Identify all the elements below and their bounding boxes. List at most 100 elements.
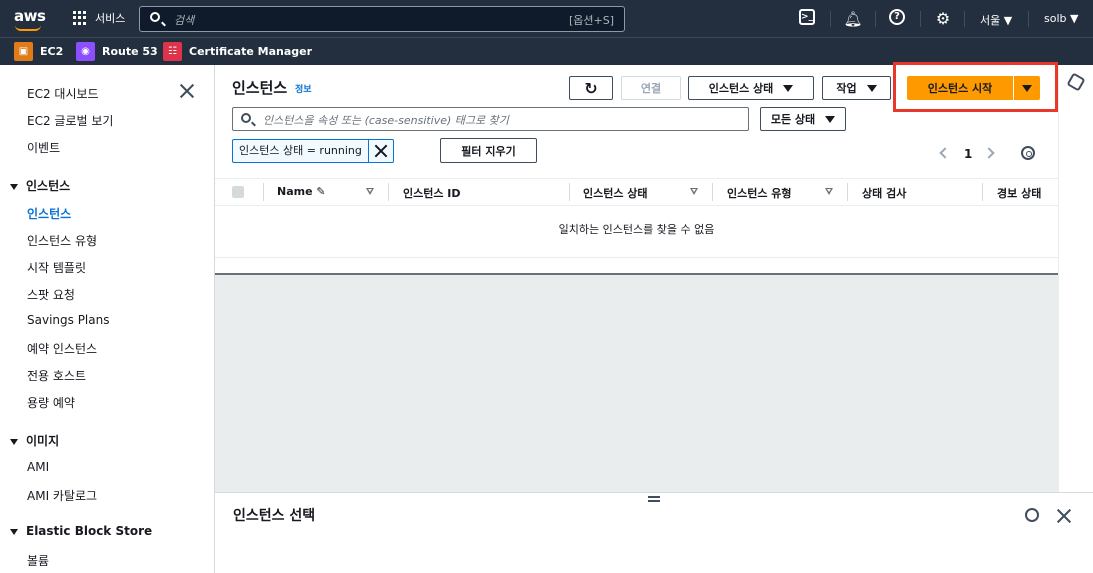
current-page-number[interactable]: 1 [964, 147, 972, 161]
connect-label: 연결 [640, 82, 662, 95]
sidebar-item-volumes[interactable]: 볼륨 [27, 552, 49, 569]
sidebar-section-images[interactable]: 이미지 [10, 432, 59, 449]
sidebar-item-ami[interactable]: AMI [27, 460, 49, 474]
sidebar-item-ec2-global-view[interactable]: EC2 글로벌 보기 [27, 112, 113, 129]
aws-logo[interactable]: aws [14, 7, 46, 31]
sidebar-item-dedicated-hosts[interactable]: 전용 호스트 [27, 367, 86, 384]
column-name[interactable]: Name ✎ [277, 185, 326, 198]
divider [964, 11, 965, 27]
instance-state-dropdown[interactable]: 인스턴스 상태 [688, 76, 814, 100]
actions-dropdown[interactable]: 작업 [822, 76, 891, 100]
info-link[interactable]: 정보 [295, 82, 312, 95]
section-label: 인스턴스 [26, 179, 71, 193]
favorite-ec2[interactable]: ▣ EC2 [14, 42, 63, 61]
close-navigation-icon[interactable] [179, 83, 195, 99]
sidebar-section-instances[interactable]: 인스턴스 [10, 177, 70, 194]
notifications-bell-icon[interactable]: 🔔︎ [843, 9, 863, 29]
favorite-label: EC2 [40, 45, 64, 58]
column-divider [263, 183, 264, 201]
caret-down-icon [10, 438, 18, 445]
tools-rail [1058, 65, 1093, 492]
divider [1028, 11, 1029, 27]
sidebar-item-savings-plans[interactable]: Savings Plans [27, 313, 109, 327]
split-panel-drag-handle-icon[interactable] [648, 496, 660, 502]
clear-filters-button[interactable]: 필터 지우기 [440, 138, 537, 163]
cloudshell-icon[interactable]: >_ [799, 9, 815, 25]
search-icon [241, 113, 251, 123]
sort-icon[interactable] [366, 188, 374, 195]
sidebar-item-ami-catalog[interactable]: AMI 카탈로그 [27, 487, 97, 504]
next-page-icon[interactable] [983, 147, 995, 159]
table-preferences-gear-icon[interactable] [1021, 146, 1035, 160]
favorite-route53[interactable]: ◉ Route 53 [76, 42, 158, 61]
sidebar-item-spot-requests[interactable]: 스팟 요청 [27, 286, 75, 303]
all-states-dropdown[interactable]: 모든 상태 [760, 107, 846, 131]
sort-icon[interactable] [690, 188, 698, 195]
services-menu-button[interactable]: 서비스 [73, 10, 125, 26]
column-divider [569, 183, 570, 201]
search-placeholder: 검색 [174, 14, 195, 27]
empty-table-message: 일치하는 인스턴스를 찾을 수 없음 [215, 206, 1058, 258]
top-navigation-bar: aws 서비스 검색 [옵션+S] >_ 🔔︎ ? ⚙ 서울 ▼ solb ▼ [0, 0, 1093, 37]
page-title: 인스턴스 [232, 79, 288, 97]
filter-token: 인스턴스 상태 = running [232, 139, 394, 163]
sort-icon[interactable] [825, 188, 833, 195]
remove-filter-icon[interactable] [369, 140, 393, 162]
select-all-checkbox[interactable] [232, 186, 244, 198]
sidebar-item-events[interactable]: 이벤트 [27, 139, 60, 156]
filter-placeholder: 인스턴스을 속성 또는 (case-sensitive) 태그로 찾기 [263, 114, 509, 127]
filter-token-label: 인스턴스 상태 = running [233, 140, 369, 162]
split-panel-title: 인스턴스 선택 [233, 508, 316, 524]
column-instance-id[interactable]: 인스턴스 ID [403, 185, 461, 201]
search-icon [150, 12, 160, 22]
search-shortcut: [옵션+S] [568, 14, 614, 27]
split-panel-gear-icon[interactable] [1025, 508, 1039, 522]
route53-icon: ◉ [76, 42, 95, 61]
column-instance-state[interactable]: 인스턴스 상태 [583, 185, 648, 201]
sidebar-section-ebs[interactable]: Elastic Block Store [10, 524, 152, 538]
actions-label: 작업 [836, 82, 857, 95]
divider [920, 11, 921, 27]
region-selector[interactable]: 서울 ▼ [980, 12, 1012, 28]
sidebar-item-capacity-reservations[interactable]: 용량 예약 [27, 394, 75, 411]
help-icon[interactable]: ? [889, 9, 905, 25]
services-label: 서비스 [95, 12, 126, 25]
certificate-icon: ☷ [163, 42, 182, 61]
sidebar-item-instances[interactable]: 인스턴스 [27, 205, 71, 222]
column-divider [388, 183, 389, 201]
column-instance-type[interactable]: 인스턴스 유형 [727, 185, 792, 201]
favorite-label: Route 53 [102, 45, 158, 58]
sidebar-item-launch-templates[interactable]: 시작 템플릿 [27, 259, 86, 276]
table-header: Name ✎ 인스턴스 ID 인스턴스 상태 인스턴스 유형 상태 검사 경보 … [215, 178, 1058, 206]
clear-filters-label: 필터 지우기 [461, 144, 516, 158]
column-divider [982, 183, 983, 201]
caret-down-icon [825, 115, 836, 123]
divider [875, 11, 876, 27]
ec2-icon: ▣ [14, 42, 33, 61]
edit-pencil-icon: ✎ [316, 185, 326, 198]
caret-down-icon [866, 84, 877, 92]
global-search-input[interactable]: 검색 [옵션+S] [139, 6, 625, 32]
refresh-button[interactable]: ↻ [569, 76, 613, 100]
instance-state-label: 인스턴스 상태 [708, 82, 774, 95]
split-panel-background [215, 273, 1058, 492]
divider [830, 11, 831, 27]
column-status-check[interactable]: 상태 검사 [862, 185, 906, 201]
connect-button[interactable]: 연결 [621, 76, 681, 100]
split-panel-close-icon[interactable] [1056, 508, 1072, 524]
account-menu[interactable]: solb ▼ [1044, 12, 1078, 25]
sidebar-item-ec2-dashboard[interactable]: EC2 대시보드 [27, 85, 99, 102]
settings-gear-icon[interactable]: ⚙ [933, 9, 953, 29]
sidebar-item-reserved-instances[interactable]: 예약 인스턴스 [27, 340, 97, 357]
instance-filter-input[interactable]: 인스턴스을 속성 또는 (case-sensitive) 태그로 찾기 [232, 107, 749, 131]
aws-logo-text: aws [14, 7, 46, 25]
favorite-certificate-manager[interactable]: ☷ Certificate Manager [163, 42, 312, 61]
sidebar-item-instance-types[interactable]: 인스턴스 유형 [27, 232, 97, 249]
highlight-annotation [893, 62, 1058, 112]
previous-page-icon[interactable] [939, 147, 951, 159]
favorite-label: Certificate Manager [189, 45, 313, 58]
column-divider [712, 183, 713, 201]
caret-down-icon [10, 183, 18, 190]
column-alarm-status[interactable]: 경보 상태 [997, 185, 1041, 201]
column-divider [847, 183, 848, 201]
